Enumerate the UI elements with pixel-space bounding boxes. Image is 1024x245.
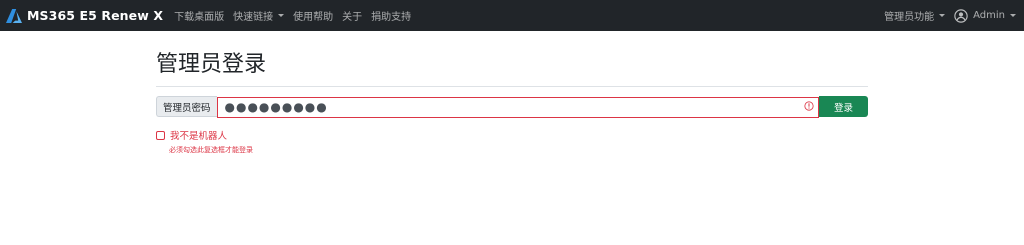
user-circle-icon bbox=[954, 8, 968, 23]
page-title: 管理员登录 bbox=[156, 52, 267, 77]
nav-dropdown-admin-functions[interactable]: 管理员功能 bbox=[884, 8, 946, 23]
captcha-label[interactable]: 我不是机器人 bbox=[170, 128, 227, 142]
nav-link-label: 捐助支持 bbox=[371, 12, 412, 23]
invalid-alert-icon bbox=[804, 101, 814, 111]
nav-dropdown-quick-links[interactable]: 快速链接 bbox=[233, 8, 285, 23]
nav-link-label: 快速链接 bbox=[233, 12, 274, 23]
login-button[interactable]: 登录 bbox=[819, 96, 868, 117]
nav-right: 管理员功能 Admin bbox=[884, 0, 1016, 31]
brand[interactable]: MS365 E5 Renew X bbox=[6, 8, 163, 23]
nav-link-donate[interactable]: 捐助支持 bbox=[371, 8, 411, 23]
nav-link-label: 管理员功能 bbox=[884, 12, 935, 23]
nav-link-help[interactable]: 使用帮助 bbox=[293, 8, 333, 23]
password-field-wrapper bbox=[216, 96, 819, 118]
azure-logo-icon bbox=[6, 8, 22, 23]
chevron-down-icon bbox=[1010, 14, 1016, 17]
password-label: 管理员密码 bbox=[156, 96, 217, 117]
nav-link-label: 使用帮助 bbox=[293, 12, 334, 23]
nav-links: 下载桌面版 快速链接 使用帮助 关于 捐助支持 bbox=[174, 8, 420, 23]
chevron-down-icon bbox=[939, 14, 946, 17]
captcha-error-message: 必须勾选此复选框才能登录 bbox=[169, 146, 253, 154]
brand-name: MS365 E5 Renew X bbox=[27, 8, 164, 23]
captcha-checkbox[interactable] bbox=[156, 130, 165, 140]
password-input-group: 管理员密码 登录 bbox=[156, 96, 868, 118]
captcha-row: 我不是机器人 bbox=[156, 128, 227, 142]
user-menu[interactable]: Admin bbox=[954, 8, 1016, 23]
user-name: Admin bbox=[973, 10, 1005, 21]
nav-link-label: 关于 bbox=[342, 12, 363, 23]
nav-link-download-desktop[interactable]: 下载桌面版 bbox=[174, 8, 224, 23]
nav-link-about[interactable]: 关于 bbox=[342, 8, 362, 23]
top-navbar: MS365 E5 Renew X 下载桌面版 快速链接 使用帮助 关于 捐助支持… bbox=[0, 0, 1024, 31]
password-input[interactable] bbox=[216, 96, 819, 118]
title-divider bbox=[156, 86, 868, 87]
chevron-down-icon bbox=[278, 14, 285, 17]
nav-link-label: 下载桌面版 bbox=[174, 12, 225, 23]
